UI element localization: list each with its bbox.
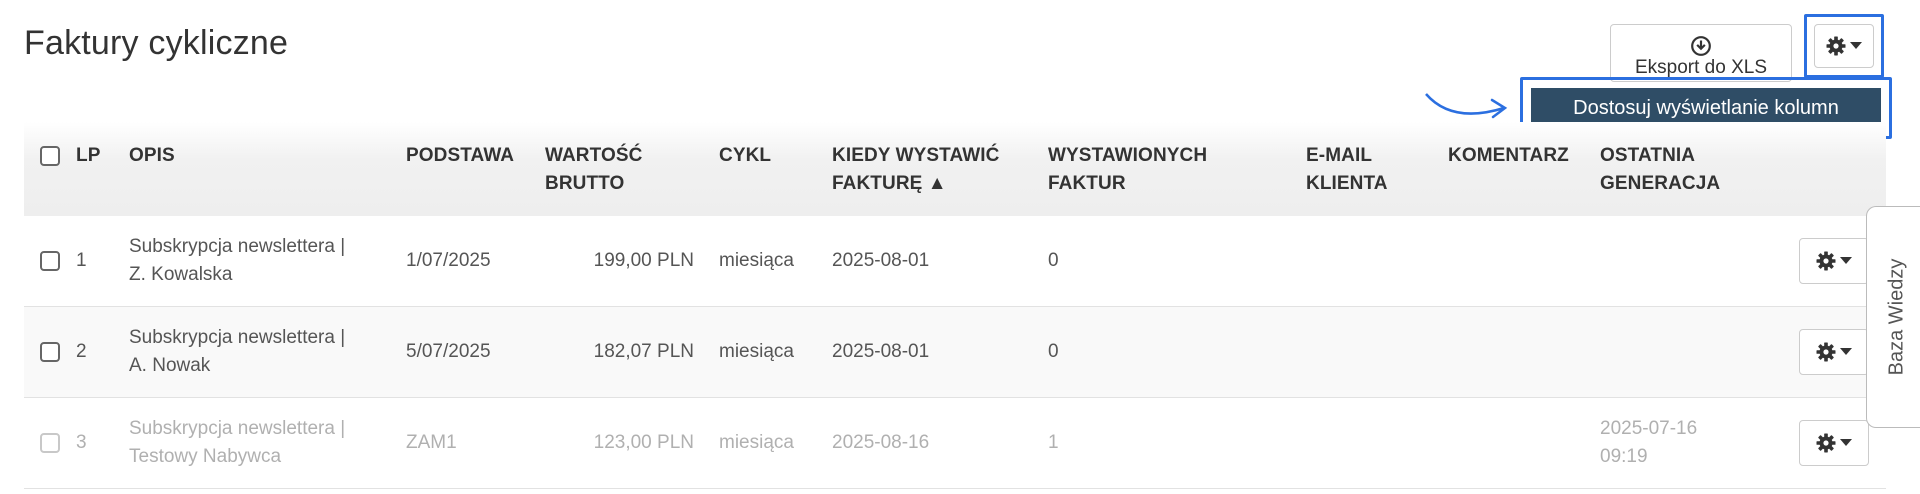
caret-down-icon <box>1840 439 1852 446</box>
cell-ostatnia: 2025-07-16 09:19 <box>1600 418 1698 467</box>
cell-wartosc: 123,00 PLN <box>593 432 694 453</box>
recurring-invoices-table: LP OPIS PODSTAWA WARTOŚĆ BRUTTO CYKL KIE… <box>24 122 1886 489</box>
knowledge-base-tab[interactable]: Baza Wiedzy <box>1866 206 1920 428</box>
cell-podstawa: ZAM1 <box>406 432 457 453</box>
table-header: LP OPIS PODSTAWA WARTOŚĆ BRUTTO CYKL KIE… <box>24 122 1886 216</box>
cell-opis[interactable]: Subskrypcja newslettera | Testowy Nabywc… <box>129 415 345 471</box>
gear-icon <box>1826 36 1846 56</box>
cell-lp: 1 <box>76 250 87 271</box>
header-ostatnia[interactable]: OSTATNIA GENERACJA <box>1600 142 1720 198</box>
cell-podstawa: 1/07/2025 <box>406 250 491 271</box>
header-kiedy[interactable]: KIEDY WYSTAWIĆ FAKTURĘ ▲ <box>832 142 999 198</box>
export-xls-button[interactable]: Eksport do XLS <box>1610 24 1792 82</box>
settings-dropdown-button[interactable] <box>1814 24 1874 68</box>
cell-opis[interactable]: Subskrypcja newslettera | Z. Kowalska <box>129 233 345 289</box>
row-actions-button[interactable] <box>1799 329 1869 375</box>
cell-opis[interactable]: Subskrypcja newslettera | A. Nowak <box>129 324 345 380</box>
download-circle-icon <box>1691 36 1711 56</box>
table-row: 1 Subskrypcja newslettera | Z. Kowalska … <box>24 216 1886 307</box>
knowledge-base-label: Baza Wiedzy <box>1885 258 1907 376</box>
cell-lp: 3 <box>76 432 87 453</box>
cell-wystawionych: 1 <box>1048 432 1059 453</box>
row-actions-button[interactable] <box>1799 420 1869 466</box>
page-title: Faktury cykliczne <box>24 24 289 62</box>
gear-icon <box>1816 433 1836 453</box>
header-wystawionych[interactable]: WYSTAWIONYCH FAKTUR <box>1048 142 1207 198</box>
cell-cykl: miesiąca <box>719 250 794 271</box>
header-lp[interactable]: LP <box>76 142 100 170</box>
header-podstawa[interactable]: PODSTAWA <box>406 142 514 170</box>
header-cykl[interactable]: CYKL <box>719 142 771 170</box>
header-wartosc[interactable]: WARTOŚĆ BRUTTO <box>545 142 642 198</box>
cell-wartosc: 182,07 PLN <box>593 341 694 362</box>
row-checkbox[interactable] <box>40 342 60 362</box>
row-actions-button[interactable] <box>1799 238 1869 284</box>
export-xls-label: Eksport do XLS <box>1634 57 1768 78</box>
caret-down-icon <box>1840 257 1852 264</box>
gear-icon <box>1816 251 1836 271</box>
cell-podstawa: 5/07/2025 <box>406 341 491 362</box>
row-checkbox[interactable] <box>40 251 60 271</box>
caret-down-icon <box>1840 348 1852 355</box>
gear-button-highlight <box>1804 14 1884 78</box>
header-komentarz[interactable]: KOMENTARZ <box>1448 142 1569 170</box>
cell-wystawionych: 0 <box>1048 341 1059 362</box>
cell-kiedy: 2025-08-01 <box>832 250 930 271</box>
table-row: 2 Subskrypcja newslettera | A. Nowak 5/0… <box>24 307 1886 398</box>
row-checkbox[interactable] <box>40 433 60 453</box>
cell-wartosc: 199,00 PLN <box>593 250 694 271</box>
cell-wystawionych: 0 <box>1048 250 1059 271</box>
cell-cykl: miesiąca <box>719 341 794 362</box>
table-row: 3 Subskrypcja newslettera | Testowy Naby… <box>24 398 1886 489</box>
select-all-checkbox[interactable] <box>40 146 60 166</box>
header-email[interactable]: E-MAIL KLIENTA <box>1306 142 1388 198</box>
cell-kiedy: 2025-08-16 <box>832 432 930 453</box>
cell-kiedy: 2025-08-01 <box>832 341 930 362</box>
header-opis[interactable]: OPIS <box>129 142 175 170</box>
cell-cykl: miesiąca <box>719 432 794 453</box>
caret-down-icon <box>1850 42 1862 49</box>
gear-icon <box>1816 342 1836 362</box>
cell-lp: 2 <box>76 341 87 362</box>
